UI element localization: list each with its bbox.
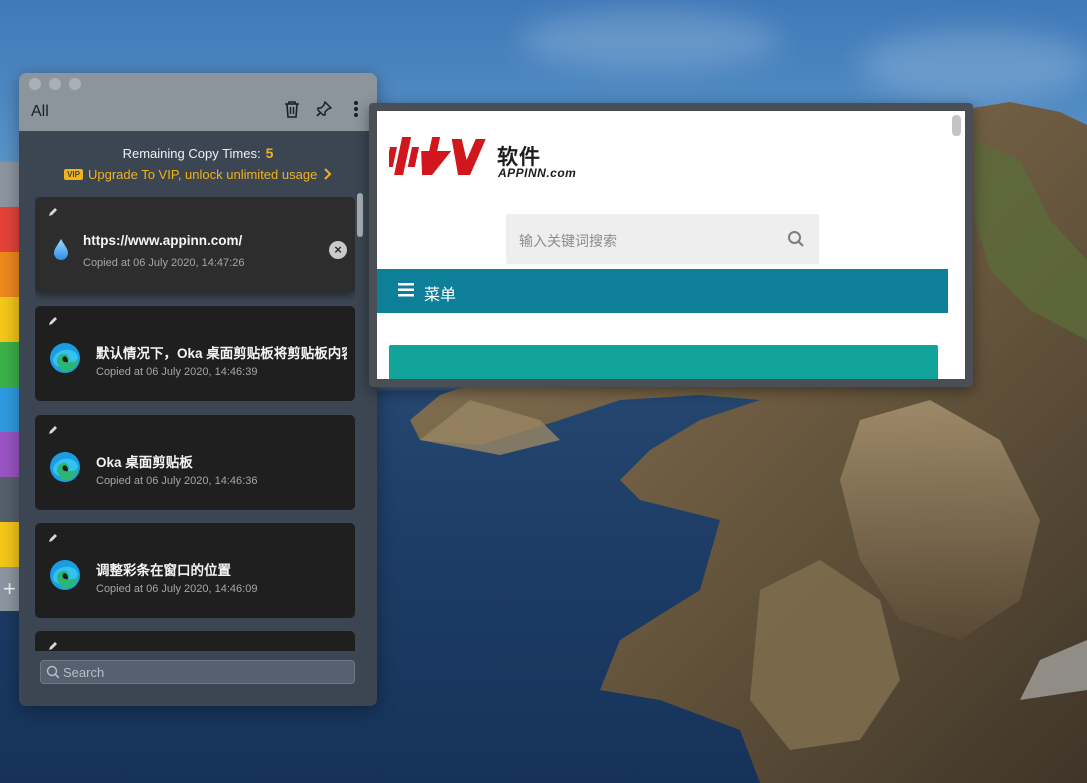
edge-browser-icon — [50, 343, 80, 373]
web-search-placeholder: 输入关键词搜索 — [519, 233, 617, 249]
web-scrollbar[interactable] — [952, 113, 961, 373]
edit-icon[interactable] — [47, 532, 59, 544]
clip-time: Copied at 06 July 2020, 14:46:36 — [96, 475, 258, 487]
clip-list: https://www.appinn.com/ Copied at 06 Jul… — [35, 197, 355, 651]
clip-title: 调整彩条在窗口的位置 — [96, 563, 231, 578]
web-menu-bar[interactable]: 菜单 — [377, 269, 948, 313]
web-scrollbar-thumb[interactable] — [952, 115, 961, 136]
clip-card[interactable]: https://www.appinn.com/ Copied at 06 Jul… — [35, 197, 355, 292]
clip-time: Copied at 06 July 2020, 14:47:26 — [83, 257, 245, 269]
delete-clip-icon[interactable]: × — [329, 241, 347, 259]
logo-text-en: APPINN.com — [498, 166, 577, 180]
upgrade-vip-link[interactable]: VIP Upgrade To VIP, unlock unlimited usag… — [19, 167, 377, 182]
strip-gray[interactable] — [0, 162, 19, 207]
more-options-icon[interactable] — [347, 99, 365, 119]
clip-title: Oka 桌面剪贴板 — [96, 455, 193, 470]
minimize-window-button[interactable] — [49, 78, 61, 90]
tab-all[interactable]: All — [31, 103, 49, 121]
clip-card[interactable] — [35, 631, 355, 651]
search-icon[interactable] — [787, 230, 805, 248]
clipboard-panel: All Remaining Copy Times: 5 VIP Upgrade To… — [19, 73, 377, 706]
search-icon — [46, 665, 60, 679]
strip-orange[interactable] — [0, 252, 19, 297]
clip-list-scrollbar[interactable] — [357, 193, 364, 653]
edit-icon[interactable] — [47, 315, 59, 327]
search-box[interactable] — [40, 660, 355, 684]
edit-icon[interactable] — [47, 424, 59, 436]
edge-browser-icon — [50, 560, 80, 590]
water-drop-icon — [54, 239, 68, 260]
trash-icon[interactable] — [283, 99, 301, 119]
web-menu-label: 菜单 — [424, 287, 457, 304]
preview-popover: 软件 APPINN.com 输入关键词搜索 菜单 — [369, 103, 973, 387]
remaining-copy-info: Remaining Copy Times: 5 — [19, 145, 377, 161]
clip-card[interactable]: 调整彩条在窗口的位置 Copied at 06 July 2020, 14:46… — [35, 523, 355, 618]
upgrade-vip-text: Upgrade To VIP, unlock unlimited usage — [87, 167, 318, 182]
panel-header: All — [19, 73, 377, 131]
web-content-banner — [389, 345, 938, 379]
search-input[interactable] — [63, 663, 343, 681]
strip-yellow-2[interactable] — [0, 522, 19, 567]
strip-purple[interactable] — [0, 432, 19, 477]
strip-blue[interactable] — [0, 387, 19, 432]
clip-card[interactable]: 默认情况下，Oka 桌面剪贴板将剪贴板内容 Copied at 06 July … — [35, 306, 355, 401]
clip-card[interactable]: Oka 桌面剪贴板 Copied at 06 July 2020, 14:46:… — [35, 415, 355, 510]
appinn-logo — [389, 137, 486, 175]
edge-browser-icon — [50, 452, 80, 482]
header-actions — [283, 99, 365, 119]
close-window-button[interactable] — [29, 78, 41, 90]
clip-time: Copied at 06 July 2020, 14:46:09 — [96, 583, 258, 595]
color-strip: + — [0, 162, 19, 611]
pin-icon[interactable] — [315, 99, 333, 119]
add-strip-icon[interactable]: + — [0, 567, 19, 611]
strip-slate[interactable] — [0, 477, 19, 522]
window-controls — [29, 78, 81, 90]
strip-yellow[interactable] — [0, 297, 19, 342]
clip-title: 默认情况下，Oka 桌面剪贴板将剪贴板内容 — [96, 346, 347, 361]
clip-time: Copied at 06 July 2020, 14:46:39 — [96, 366, 258, 378]
edit-icon[interactable] — [47, 206, 59, 218]
vip-badge: VIP — [64, 169, 83, 180]
web-preview[interactable]: 软件 APPINN.com 输入关键词搜索 菜单 — [377, 111, 965, 379]
edit-icon[interactable] — [47, 640, 59, 651]
chevron-right-icon — [324, 168, 332, 180]
strip-green[interactable] — [0, 342, 19, 387]
remaining-count: 5 — [265, 145, 274, 161]
clip-title: https://www.appinn.com/ — [83, 233, 243, 248]
web-search-box[interactable]: 输入关键词搜索 — [506, 214, 819, 264]
hamburger-menu-icon[interactable] — [398, 283, 414, 297]
zoom-window-button[interactable] — [69, 78, 81, 90]
strip-red[interactable] — [0, 207, 19, 252]
remaining-label: Remaining Copy Times: — [122, 146, 261, 161]
